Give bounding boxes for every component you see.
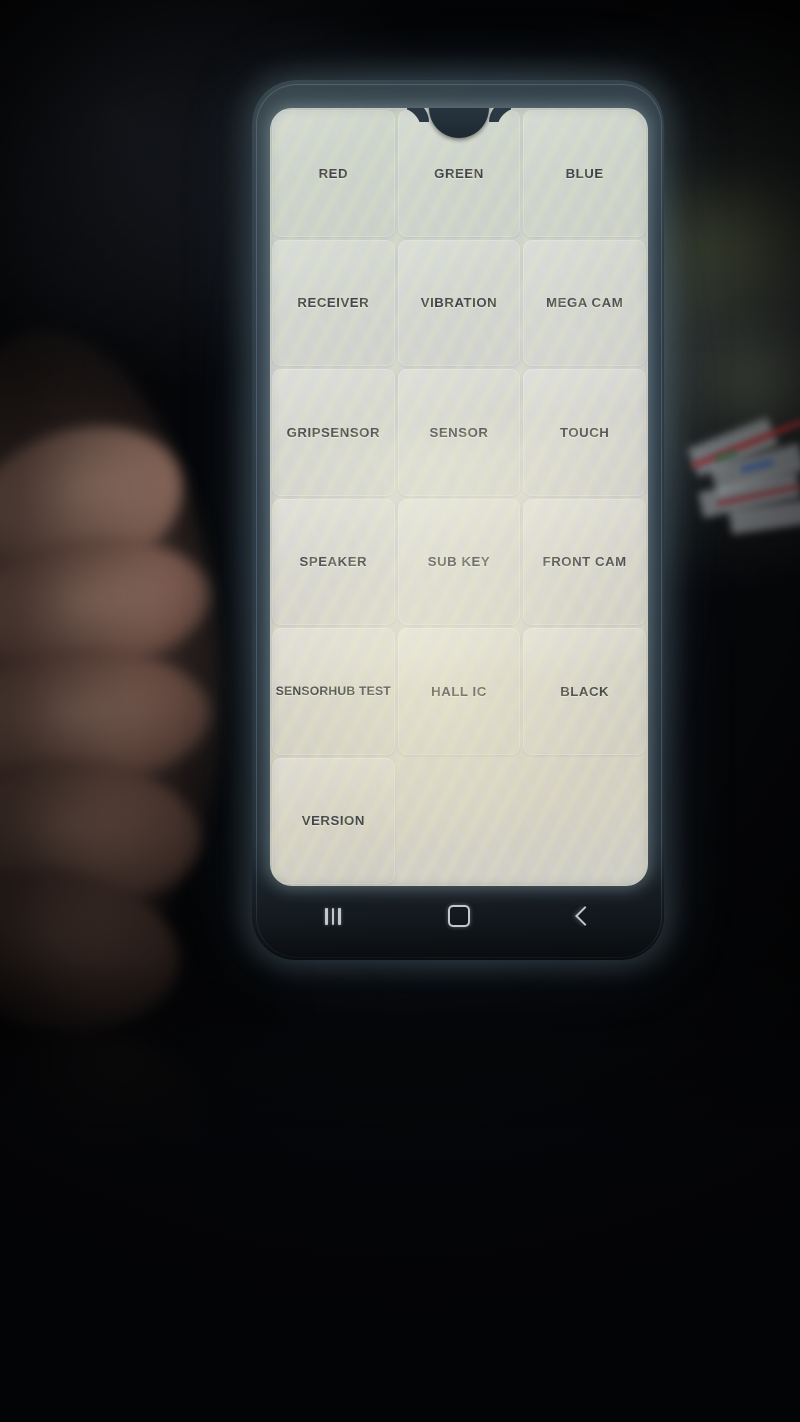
test-button-gripsensor[interactable]: GRIPSENSOR [272, 369, 395, 496]
test-button-label: BLUE [565, 165, 604, 181]
test-button-mega-cam[interactable]: MEGA CAM [523, 239, 646, 366]
test-button-label: BLACK [560, 683, 610, 699]
test-button-speaker[interactable]: SPEAKER [272, 498, 395, 625]
test-button-label: FRONT CAM [542, 554, 627, 570]
test-button-label: SENSORHUB TEST [275, 684, 391, 699]
test-button-label: TOUCH [559, 424, 610, 440]
test-button-front-cam[interactable]: FRONT CAM [523, 498, 646, 625]
test-button-version[interactable]: VERSION [272, 757, 395, 884]
test-button-red[interactable]: RED [272, 110, 395, 237]
nav-back-button[interactable] [558, 898, 612, 934]
test-button-label: GRIPSENSOR [286, 424, 381, 440]
test-button-label: RECEIVER [297, 295, 370, 311]
test-button-label: RED [318, 165, 349, 181]
test-button-label: SENSOR [429, 424, 489, 440]
test-button-vibration[interactable]: VIBRATION [397, 239, 521, 366]
home-icon [448, 905, 470, 927]
test-button-label: HALL IC [431, 683, 487, 699]
test-button-label: VERSION [301, 813, 365, 829]
test-button-label: SPEAKER [299, 554, 368, 570]
background-green-object [655, 175, 800, 325]
test-button-blue[interactable]: BLUE [523, 110, 646, 237]
test-button-green[interactable]: GREEN [397, 110, 521, 237]
grid-empty-slot [398, 758, 521, 885]
background-green-object-secondary [690, 320, 800, 440]
nav-recents-button[interactable] [306, 898, 360, 934]
grid-empty-slot [523, 758, 646, 885]
test-button-sub-key[interactable]: SUB KEY [397, 498, 521, 625]
test-button-label: GREEN [434, 165, 484, 181]
test-button-hall-ic[interactable]: HALL IC [397, 628, 521, 755]
test-button-label: MEGA CAM [546, 295, 624, 311]
test-button-touch[interactable]: TOUCH [523, 369, 646, 496]
android-navigation-bar [270, 890, 648, 942]
phone-screen: RED GREEN BLUE RECEIVER VIBRATION MEGA C… [270, 108, 648, 886]
test-button-black[interactable]: BLACK [523, 628, 646, 755]
nav-home-button[interactable] [432, 898, 486, 934]
hardware-test-grid: RED GREEN BLUE RECEIVER VIBRATION MEGA C… [270, 108, 648, 886]
test-button-label: SUB KEY [427, 554, 491, 570]
back-chevron-icon [575, 906, 595, 926]
test-button-receiver[interactable]: RECEIVER [272, 239, 395, 366]
recents-icon [325, 907, 341, 925]
test-button-label: VIBRATION [420, 295, 498, 311]
test-button-sensorhub-test[interactable]: SENSORHUB TEST [272, 628, 395, 755]
photo-scene: RED GREEN BLUE RECEIVER VIBRATION MEGA C… [0, 0, 800, 1422]
test-button-sensor[interactable]: SENSOR [397, 369, 521, 496]
